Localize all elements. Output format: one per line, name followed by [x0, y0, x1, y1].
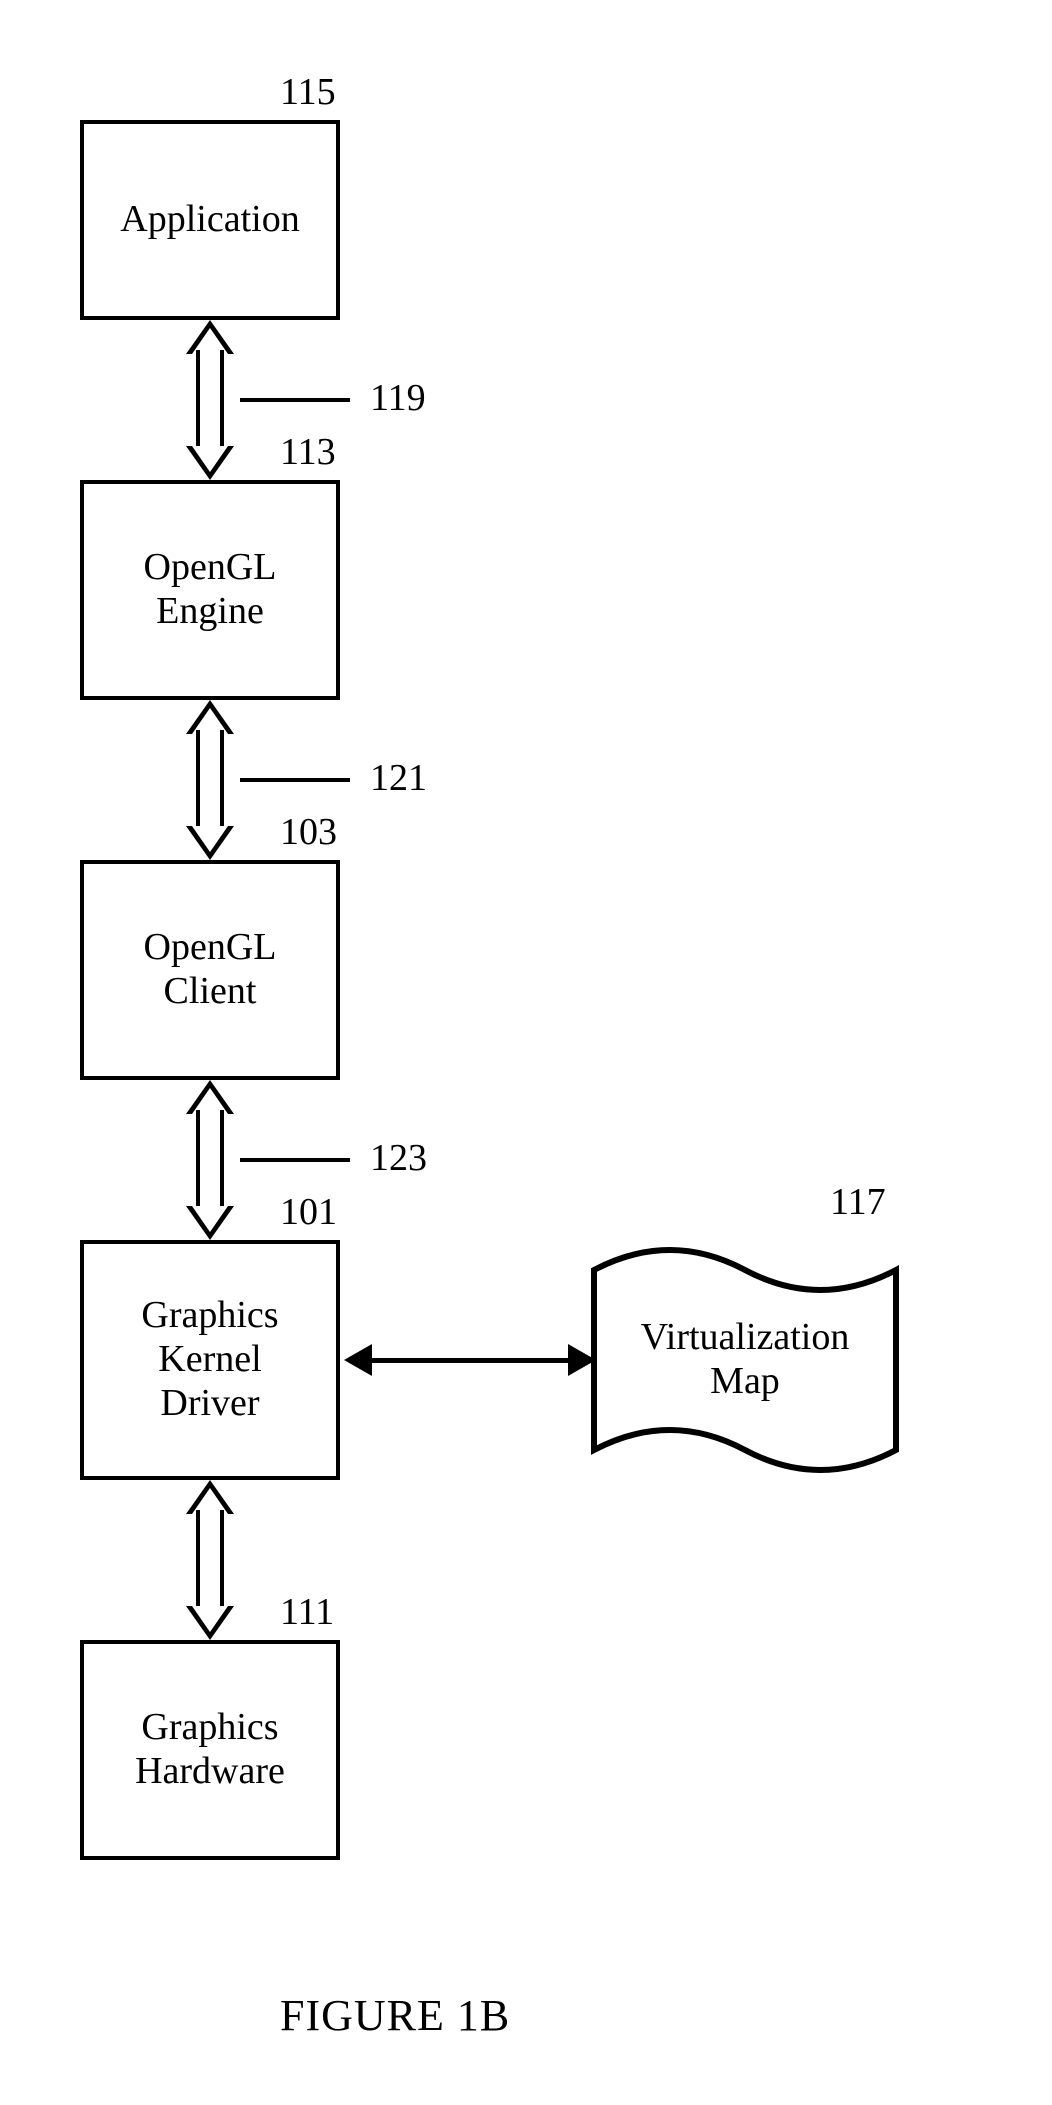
opengl-client-label: OpenGL Client	[144, 926, 277, 1013]
label-103: 103	[280, 810, 337, 854]
virtualization-map-box: Virtualization Map	[590, 1240, 900, 1480]
arrowhead-right-icon	[568, 1344, 596, 1376]
application-label: Application	[120, 198, 299, 242]
label-101: 101	[280, 1190, 337, 1234]
arrowhead-left-icon	[344, 1344, 372, 1376]
graphics-kernel-driver-label: Graphics Kernel Driver	[141, 1294, 278, 1425]
opengl-engine-label: OpenGL Engine	[144, 546, 277, 633]
leader-119	[240, 398, 350, 402]
arrow-driver-map	[370, 1358, 570, 1363]
leader-121	[240, 778, 350, 782]
virtualization-map-label: Virtualization Map	[641, 1316, 850, 1403]
label-115: 115	[280, 70, 336, 114]
label-113: 113	[280, 430, 336, 474]
arrow-119	[180, 320, 240, 480]
label-119: 119	[370, 376, 426, 420]
application-box: Application	[80, 120, 340, 320]
graphics-hardware-label: Graphics Hardware	[135, 1706, 285, 1793]
diagram-canvas: Application 115 OpenGL Engine 113 OpenGL…	[0, 0, 1052, 2105]
label-117: 117	[830, 1180, 886, 1224]
arrow-driver-hardware	[180, 1480, 240, 1640]
graphics-kernel-driver-box: Graphics Kernel Driver	[80, 1240, 340, 1480]
graphics-hardware-box: Graphics Hardware	[80, 1640, 340, 1860]
opengl-engine-box: OpenGL Engine	[80, 480, 340, 700]
label-111: 111	[280, 1590, 334, 1634]
figure-caption: FIGURE 1B	[280, 1990, 510, 2041]
label-123: 123	[370, 1136, 427, 1180]
arrow-123	[180, 1080, 240, 1240]
arrow-121	[180, 700, 240, 860]
leader-123	[240, 1158, 350, 1162]
opengl-client-box: OpenGL Client	[80, 860, 340, 1080]
label-121: 121	[370, 756, 427, 800]
